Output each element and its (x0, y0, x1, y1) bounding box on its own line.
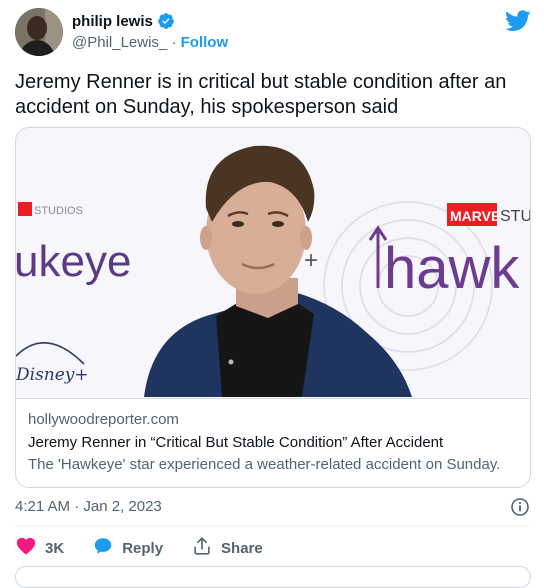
author-handle-row: @Phil_Lewis_ · Follow (72, 34, 228, 51)
handle-separator: · (171, 34, 177, 51)
share-button[interactable]: Share (191, 535, 263, 562)
author-handle[interactable]: @Phil_Lewis_ (72, 34, 167, 51)
reply-label: Reply (122, 539, 164, 557)
share-label: Share (221, 539, 263, 557)
backdrop-studios-text: STUDIOS (34, 205, 83, 217)
verified-badge-icon (157, 12, 175, 30)
backdrop-left-text: ukeye (16, 237, 131, 286)
backdrop-plus-sign: + (304, 247, 318, 274)
author-name[interactable]: philip lewis (72, 13, 153, 30)
share-icon (191, 535, 213, 562)
author-name-row: philip lewis (72, 12, 175, 30)
twitter-bird-icon[interactable] (505, 10, 531, 32)
card-description: The 'Hawkeye' star experienced a weather… (28, 456, 501, 473)
reply-button[interactable]: Reply (92, 535, 163, 562)
card-domain: hollywoodreporter.com (28, 411, 179, 428)
heart-icon (15, 535, 37, 562)
backdrop-studio-suffix: STUD (500, 208, 530, 225)
backdrop-marvel-red-block (18, 202, 32, 216)
reply-box-edge (15, 566, 531, 588)
divider (15, 526, 529, 527)
avatar[interactable] (15, 8, 63, 56)
like-button[interactable]: 3K (15, 535, 64, 562)
info-icon[interactable] (510, 497, 530, 517)
tweet-text: Jeremy Renner is in critical but stable … (15, 71, 507, 118)
tweet-timestamp[interactable]: 4:21 AM · Jan 2, 2023 (15, 498, 162, 515)
follow-button[interactable]: Follow (181, 34, 229, 51)
tweet-container: philip lewis @Phil_Lewis_ · Follow Jerem… (0, 0, 544, 588)
link-preview-card[interactable]: STUDIOS ukeye Disney+ MARVEL STUD hawk + (15, 127, 531, 488)
like-count: 3K (45, 539, 65, 557)
backdrop-right-text: hawk (384, 236, 520, 301)
card-image: STUDIOS ukeye Disney+ MARVEL STUD hawk + (16, 128, 530, 397)
backdrop-disney-text: Disney+ (16, 365, 89, 385)
action-bar: 3K Reply Share (15, 535, 291, 562)
card-meta: hollywoodreporter.com Jeremy Renner in “… (16, 398, 530, 487)
reply-bubble-icon (92, 535, 114, 562)
card-title[interactable]: Jeremy Renner in “Critical But Stable Co… (28, 434, 443, 451)
